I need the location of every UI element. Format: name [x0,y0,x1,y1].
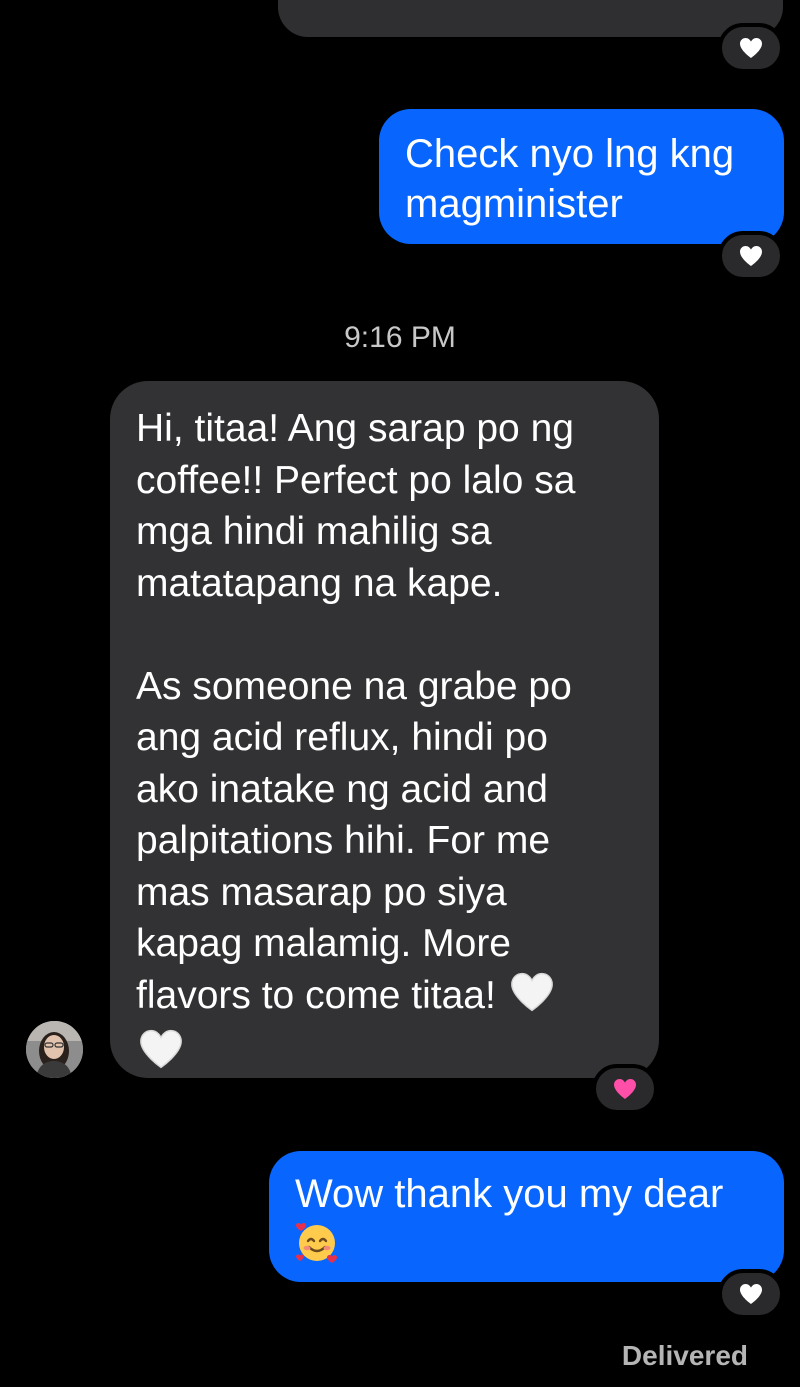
smiling-face-with-hearts-emoji [295,1221,339,1277]
reaction-previous[interactable] [718,23,784,73]
message-body: Hi, titaa! Ang sarap po ng coffee!! Perf… [136,403,639,1085]
white-heart-icon [738,36,764,60]
reaction-pink-heart[interactable] [592,1064,658,1114]
white-heart-icon [738,244,764,268]
message-text: Check nyo lng kng magminister [405,132,735,226]
timestamp: 9:16 PM [344,321,456,354]
white-heart-icon [738,1282,764,1306]
reaction-white-heart[interactable] [718,231,784,281]
previous-message-bubble[interactable] [278,0,783,37]
sent-message-bubble[interactable]: Check nyo lng kng magminister [379,109,784,244]
reaction-white-heart[interactable] [718,1269,784,1319]
sent-message-bubble[interactable]: Wow thank you my dear [269,1151,784,1282]
white-heart-emoji [507,970,557,1028]
message-text: Wow thank you my dear [295,1172,724,1216]
contact-avatar[interactable] [26,1021,83,1078]
pink-heart-icon [612,1077,638,1101]
message-body: Wow thank you my dear [295,1169,764,1277]
delivery-status: Delivered [621,1340,748,1371]
message-text: Hi, titaa! Ang sarap po ng coffee!! Perf… [136,407,576,1017]
received-message-bubble[interactable]: Hi, titaa! Ang sarap po ng coffee!! Perf… [110,381,659,1078]
white-heart-emoji [136,1027,186,1085]
